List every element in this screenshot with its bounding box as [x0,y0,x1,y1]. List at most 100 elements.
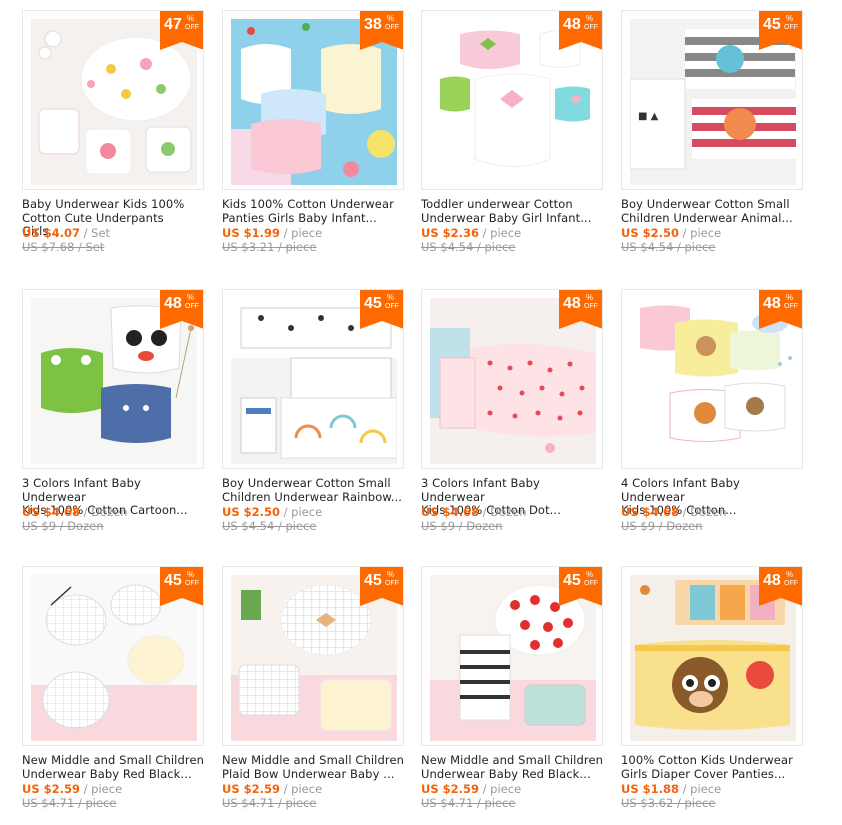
discount-off-label: OFF [784,303,798,310]
product-title-line-1[interactable]: 100% Cotton Kids Underwear [621,753,803,768]
product-title-link[interactable]: New Middle and Small Children Underwear … [421,753,603,782]
price-row: US $1.99 / piece [222,226,322,240]
price-unit: / piece [280,505,323,519]
product-image[interactable]: 38 % OFF [222,10,404,190]
product-title-line-2[interactable]: Girls Diaper Cover Panties... [621,767,803,782]
product-card[interactable]: 48 % OFF 100% Cotton Kids Underwear Girl… [621,566,803,816]
product-title-line-2[interactable]: Underwear Baby Red Black... [22,767,204,782]
product-image[interactable]: 48 % OFF [621,289,803,469]
current-price: US $4.68 [421,505,479,519]
product-title-line-1[interactable]: 3 Colors Infant Baby Underwear [421,476,603,504]
product-card[interactable]: 48 % OFF 4 Colors Infant Baby Underwear … [621,289,803,539]
product-image[interactable]: 45 % OFF [421,566,603,746]
product-title-line-2[interactable]: Panties Girls Baby Infant... [222,211,404,226]
product-card[interactable]: 38 % OFF Kids 100% Cotton Underwear Pant… [222,10,404,260]
discount-badge: 48 % OFF [559,11,602,50]
product-title-line-1[interactable]: 3 Colors Infant Baby Underwear [22,476,204,504]
product-title-line-2[interactable]: Underwear Baby Red Black... [421,767,603,782]
product-image[interactable]: 48 % OFF [421,10,603,190]
original-price: US $9 / Dozen [22,519,104,533]
product-title-line-1[interactable]: New Middle and Small Children [421,753,603,768]
current-price: US $2.59 [22,782,80,796]
product-title-link[interactable]: Toddler underwear Cotton Underwear Baby … [421,197,603,226]
product-title-line-1[interactable]: 4 Colors Infant Baby Underwear [621,476,803,504]
product-title-line-2[interactable]: Plaid Bow Underwear Baby ... [222,767,404,782]
current-price: US $1.88 [621,782,679,796]
product-title-link[interactable]: Boy Underwear Cotton Small Children Unde… [621,197,803,226]
discount-value: 48 [164,295,182,312]
price-unit: / Set [80,226,111,240]
discount-percent: % [387,14,395,23]
discount-badge: 48 % OFF [759,290,802,329]
discount-value: 38 [364,16,382,33]
product-title-line-1[interactable]: Kids 100% Cotton Underwear [222,197,404,212]
current-price: US $2.50 [222,505,280,519]
discount-badge: 48 % OFF [759,567,802,606]
discount-percent: % [187,570,195,579]
product-title-line-1[interactable]: Boy Underwear Cotton Small [621,197,803,212]
discount-percent: % [387,293,395,302]
product-card[interactable]: 48 % OFF 3 Colors Infant Baby Underwear … [421,289,603,539]
product-title-line-1[interactable]: New Middle and Small Children [22,753,204,768]
discount-value: 45 [364,295,382,312]
discount-off-label: OFF [385,580,399,587]
product-title-link[interactable]: 100% Cotton Kids Underwear Girls Diaper … [621,753,803,782]
product-title-link[interactable]: Kids 100% Cotton Underwear Panties Girls… [222,197,404,226]
product-image[interactable]: 45 % OFF [222,566,404,746]
original-price: US $9 / Dozen [421,519,503,533]
product-title-line-2[interactable]: Children Underwear Animal... [621,211,803,226]
product-title-line-2[interactable]: Underwear Baby Girl Infant... [421,211,603,226]
current-price: US $1.99 [222,226,280,240]
price-unit: / piece [479,226,522,240]
product-card[interactable]: 45 % OFF New Middle and Small Children U… [22,566,204,816]
discount-badge: 48 % OFF [559,290,602,329]
product-image[interactable]: 48 % OFF [621,566,803,746]
product-title-link[interactable]: New Middle and Small Children Underwear … [22,753,204,782]
price-unit: / piece [280,226,323,240]
discount-percent: % [786,570,794,579]
discount-off-label: OFF [784,24,798,31]
current-price: US $4.07 [22,226,80,240]
discount-badge: 45 % OFF [360,290,403,329]
discount-percent: % [387,570,395,579]
original-price: US $4.71 / piece [222,796,317,810]
discount-value: 48 [763,295,781,312]
product-card[interactable]: 48 % OFF 3 Colors Infant Baby Underwear … [22,289,204,539]
product-title-link[interactable]: Boy Underwear Cotton Small Children Unde… [222,476,404,505]
discount-badge: 47 % OFF [160,11,203,50]
price-row: US $4.07 / Set [22,226,110,240]
price-row: US $4.68 / Dozen [22,505,127,519]
current-price: US $4.68 [621,505,679,519]
price-row: US $2.59 / piece [22,782,122,796]
price-unit: / piece [679,226,722,240]
product-card[interactable]: 47 % OFF Baby Underwear Kids 100% Cotton… [22,10,204,260]
price-unit: / piece [679,782,722,796]
product-image[interactable]: ■ ▲ 45 % OFF [621,10,803,190]
discount-percent: % [586,293,594,302]
product-image[interactable]: 45 % OFF [222,289,404,469]
discount-value: 45 [164,572,182,589]
product-image[interactable]: 48 % OFF [22,289,204,469]
discount-badge: 45 % OFF [160,567,203,606]
product-card[interactable]: 45 % OFF New Middle and Small Children P… [222,566,404,816]
product-card[interactable]: 45 % OFF Boy Underwear Cotton Small Chil… [222,289,404,539]
product-card[interactable]: ■ ▲ 45 % OFF Boy Underwear Cotton Small … [621,10,803,260]
product-title-line-2[interactable]: Children Underwear Rainbow... [222,490,404,505]
product-image[interactable]: 48 % OFF [421,289,603,469]
discount-value: 45 [763,16,781,33]
product-title-line-1[interactable]: Boy Underwear Cotton Small [222,476,404,491]
discount-value: 45 [563,572,581,589]
product-card[interactable]: 45 % OFF New Middle and Small Children U… [421,566,603,816]
discount-value: 45 [364,572,382,589]
price-row: US $2.59 / piece [222,782,322,796]
original-price: US $4.71 / piece [421,796,516,810]
product-title-line-1[interactable]: Baby Underwear Kids 100% [22,197,204,212]
product-title-link[interactable]: New Middle and Small Children Plaid Bow … [222,753,404,782]
discount-badge: 45 % OFF [559,567,602,606]
price-row: US $1.88 / piece [621,782,721,796]
product-title-line-1[interactable]: Toddler underwear Cotton [421,197,603,212]
product-title-line-1[interactable]: New Middle and Small Children [222,753,404,768]
product-image[interactable]: 47 % OFF [22,10,204,190]
product-image[interactable]: 45 % OFF [22,566,204,746]
product-card[interactable]: 48 % OFF Toddler underwear Cotton Underw… [421,10,603,260]
